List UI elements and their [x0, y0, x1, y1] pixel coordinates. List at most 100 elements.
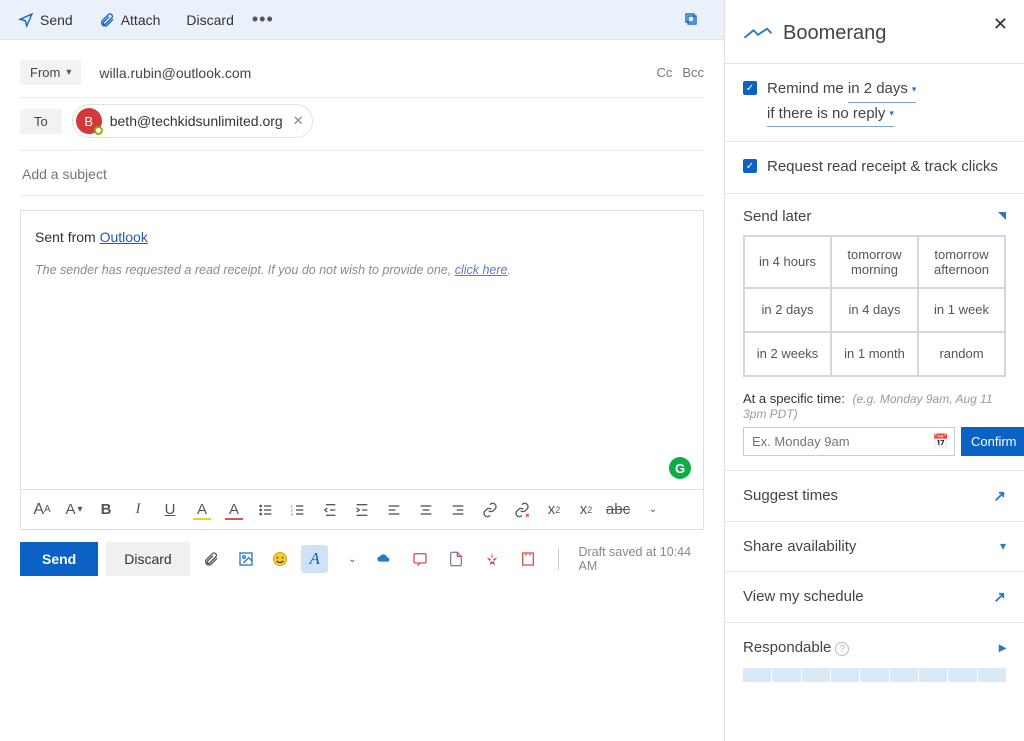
addin-onedrive-icon[interactable]	[371, 545, 397, 573]
avatar: B	[76, 108, 102, 134]
close-panel-button[interactable]: ✕	[993, 14, 1008, 35]
addin-evernote-icon[interactable]	[515, 545, 541, 573]
send-later-grid: in 4 hours tomorrow morning tomorrow aft…	[743, 235, 1006, 377]
font-color-button[interactable]: A	[219, 495, 249, 525]
respondable-button[interactable]: Respondable? ▸	[725, 622, 1024, 662]
superscript-button[interactable]: x2	[539, 495, 569, 525]
time-option[interactable]: in 2 weeks	[744, 332, 831, 376]
time-option[interactable]: tomorrow morning	[831, 236, 918, 288]
font-size-button[interactable]: AA	[27, 495, 57, 525]
read-receipt-label: Request read receipt & track clicks	[767, 156, 998, 179]
body-content[interactable]: Sent from Outlook The sender has request…	[21, 211, 703, 489]
action-more-button[interactable]: ⌄	[336, 545, 363, 573]
remind-label: Remind me in 2 days▾ if there is no repl…	[767, 78, 916, 127]
insert-link-button[interactable]	[475, 495, 505, 525]
font-family-button[interactable]: A▾	[59, 495, 89, 525]
draft-status: Draft saved at 10:44 AM	[579, 545, 704, 573]
divider	[558, 548, 559, 570]
action-bar: Send Discard A ⌄	[0, 530, 724, 588]
popout-button[interactable]	[676, 6, 714, 34]
time-option[interactable]: in 4 hours	[744, 236, 831, 288]
strikethrough-button[interactable]: abc	[603, 495, 633, 525]
send-button-top[interactable]: Send	[10, 6, 81, 34]
bcc-button[interactable]: Bcc	[682, 65, 704, 80]
caret-down-icon: ▾	[66, 67, 71, 78]
confirm-button[interactable]: Confirm	[961, 427, 1024, 456]
highlight-button[interactable]: A	[187, 495, 217, 525]
number-list-button[interactable]: 123	[283, 495, 313, 525]
svg-text:3: 3	[291, 511, 294, 516]
attach-label: Attach	[121, 12, 161, 28]
compose-toolbar: Send Attach Discard •••	[0, 0, 724, 40]
attach-file-icon[interactable]	[198, 545, 225, 573]
align-right-button[interactable]	[443, 495, 473, 525]
respondable-meter	[743, 668, 1006, 682]
external-link-icon: ↗	[993, 487, 1006, 505]
view-schedule-button[interactable]: View my schedule ↗	[725, 571, 1024, 622]
chevron-right-icon: ▸	[999, 639, 1006, 656]
time-option[interactable]: in 2 days	[744, 288, 831, 332]
addin-document-icon[interactable]	[443, 545, 469, 573]
specific-time-label: At a specific time: (e.g. Monday 9am, Au…	[743, 391, 1006, 421]
send-button[interactable]: Send	[20, 542, 98, 576]
discard-button[interactable]: Discard	[106, 542, 189, 576]
format-more-button[interactable]: ⌄	[635, 495, 665, 525]
read-receipt-checkbox[interactable]: ✓	[743, 159, 757, 173]
discard-button-top[interactable]: Discard	[178, 6, 241, 34]
addin-chat-icon[interactable]	[407, 545, 433, 573]
grammarly-badge[interactable]: G	[669, 457, 691, 479]
send-later-section: Send later in 4 hours tomorrow morning t…	[725, 193, 1024, 470]
time-option[interactable]: tomorrow afternoon	[918, 236, 1005, 288]
outdent-button[interactable]	[315, 495, 345, 525]
discard-label: Discard	[186, 12, 233, 28]
time-option[interactable]: in 4 days	[831, 288, 918, 332]
to-button[interactable]: To	[20, 109, 62, 134]
emoji-button[interactable]	[267, 545, 294, 573]
subscript-button[interactable]: x2	[571, 495, 601, 525]
more-actions-button[interactable]: •••	[242, 3, 284, 36]
addin-yelp-icon[interactable]	[479, 545, 505, 573]
receipt-opt-out-link[interactable]: click here	[455, 263, 508, 277]
underline-button[interactable]: U	[155, 495, 185, 525]
align-left-button[interactable]	[379, 495, 409, 525]
recipient-email: beth@techkidsunlimited.org	[110, 113, 283, 129]
paperclip-icon	[99, 12, 115, 28]
remind-time-dropdown[interactable]: in 2 days▾	[848, 78, 917, 103]
signature-link[interactable]: Outlook	[100, 229, 148, 245]
read-receipt-notice: The sender has requested a read receipt.…	[35, 263, 689, 277]
send-label: Send	[40, 12, 73, 28]
info-icon: ?	[835, 642, 849, 656]
remind-checkbox[interactable]: ✓	[743, 81, 757, 95]
italic-button[interactable]: I	[123, 495, 153, 525]
remove-recipient-button[interactable]: ✕	[293, 113, 304, 129]
indent-button[interactable]	[347, 495, 377, 525]
bold-button[interactable]: B	[91, 495, 121, 525]
bullet-list-button[interactable]	[251, 495, 281, 525]
suggest-times-button[interactable]: Suggest times ↗	[725, 470, 1024, 521]
caret-down-icon: ▾	[889, 107, 894, 121]
subject-row	[20, 151, 704, 196]
remind-condition-dropdown[interactable]: if there is no reply▾	[767, 103, 894, 128]
attach-button[interactable]: Attach	[91, 6, 169, 34]
from-address[interactable]: willa.rubin@outlook.com	[99, 65, 656, 81]
subject-input[interactable]	[20, 165, 704, 183]
from-button[interactable]: From▾	[20, 60, 81, 85]
specific-time-input[interactable]	[743, 427, 955, 456]
presence-indicator	[94, 126, 103, 135]
time-option[interactable]: in 1 week	[918, 288, 1005, 332]
time-option[interactable]: random	[918, 332, 1005, 376]
cc-button[interactable]: Cc	[656, 65, 672, 80]
boomerang-header: Boomerang ✕	[725, 0, 1024, 63]
send-later-toggle[interactable]: Send later	[743, 208, 1006, 225]
remove-link-button[interactable]	[507, 495, 537, 525]
caret-down-icon: ▾	[912, 83, 917, 97]
popout-icon	[684, 12, 700, 28]
time-option[interactable]: in 1 month	[831, 332, 918, 376]
insert-picture-icon[interactable]	[232, 545, 259, 573]
recipient-chip[interactable]: B beth@techkidsunlimited.org ✕	[72, 104, 313, 138]
calendar-icon[interactable]: 📅	[933, 433, 949, 449]
align-center-button[interactable]	[411, 495, 441, 525]
share-availability-button[interactable]: Share availability ▾	[725, 521, 1024, 571]
from-row: From▾ willa.rubin@outlook.com Cc Bcc	[20, 54, 704, 98]
format-toggle-button[interactable]: A	[301, 545, 328, 573]
